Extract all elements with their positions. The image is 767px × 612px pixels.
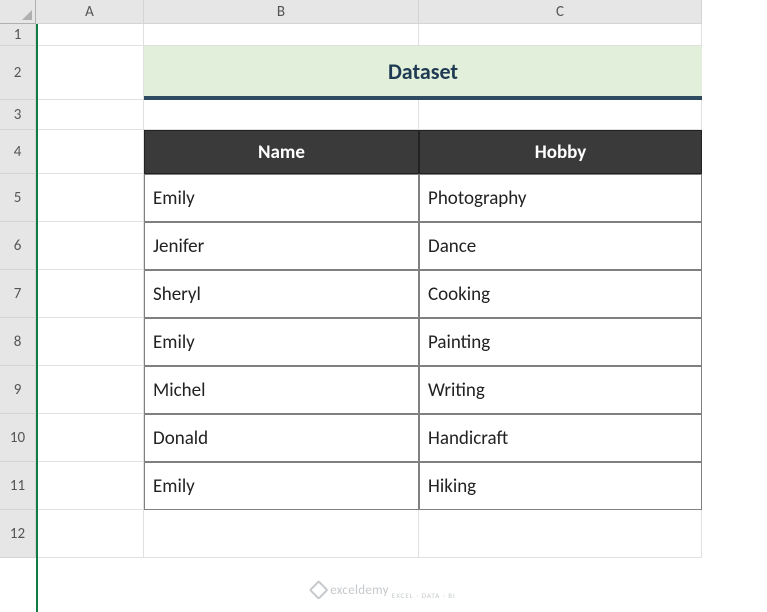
row-header-11[interactable]: 11: [0, 462, 36, 510]
table-header-hobby: Hobby: [419, 130, 702, 174]
cell-A6[interactable]: [36, 222, 144, 270]
cell-C12[interactable]: [419, 510, 702, 558]
table-cell-hobby[interactable]: Painting: [419, 318, 702, 366]
row-header-6[interactable]: 6: [0, 222, 36, 270]
dataset-title-banner: Dataset: [144, 46, 702, 100]
cell-C3[interactable]: [419, 100, 702, 130]
watermark-tagline: EXCEL · DATA · BI: [392, 591, 456, 600]
cell-B3[interactable]: [144, 100, 419, 130]
cell-A2[interactable]: [36, 46, 144, 100]
cell-A4[interactable]: [36, 130, 144, 174]
table-cell-hobby[interactable]: Handicraft: [419, 414, 702, 462]
table-header-name: Name: [144, 130, 419, 174]
cell-A8[interactable]: [36, 318, 144, 366]
table-cell-hobby[interactable]: Photography: [419, 174, 702, 222]
cell-A11[interactable]: [36, 462, 144, 510]
col-header-B[interactable]: B: [144, 0, 419, 24]
watermark: exceldemyEXCEL · DATA · BI: [311, 583, 456, 598]
table-cell-name[interactable]: Emily: [144, 174, 419, 222]
cell-A5[interactable]: [36, 174, 144, 222]
table-cell-hobby[interactable]: Writing: [419, 366, 702, 414]
cell-A3[interactable]: [36, 100, 144, 130]
cell-A9[interactable]: [36, 366, 144, 414]
selection-indicator: [36, 24, 38, 612]
cell-A10[interactable]: [36, 414, 144, 462]
cell-B12[interactable]: [144, 510, 419, 558]
cell-C1[interactable]: [419, 24, 702, 46]
row-header-1[interactable]: 1: [0, 24, 36, 46]
select-all-corner[interactable]: [0, 0, 36, 24]
row-header-2[interactable]: 2: [0, 46, 36, 100]
row-header-7[interactable]: 7: [0, 270, 36, 318]
table-cell-hobby[interactable]: Dance: [419, 222, 702, 270]
table-cell-hobby[interactable]: Cooking: [419, 270, 702, 318]
cell-A7[interactable]: [36, 270, 144, 318]
table-cell-name[interactable]: Sheryl: [144, 270, 419, 318]
col-header-A[interactable]: A: [36, 0, 144, 24]
table-cell-name[interactable]: Emily: [144, 318, 419, 366]
table-cell-name[interactable]: Donald: [144, 414, 419, 462]
row-header-12[interactable]: 12: [0, 510, 36, 558]
watermark-logo-icon: [308, 580, 328, 600]
row-header-9[interactable]: 9: [0, 366, 36, 414]
col-header-C[interactable]: C: [419, 0, 702, 24]
row-header-4[interactable]: 4: [0, 130, 36, 174]
cell-B1[interactable]: [144, 24, 419, 46]
table-cell-name[interactable]: Michel: [144, 366, 419, 414]
cell-A1[interactable]: [36, 24, 144, 46]
row-header-10[interactable]: 10: [0, 414, 36, 462]
table-cell-name[interactable]: Jenifer: [144, 222, 419, 270]
table-cell-name[interactable]: Emily: [144, 462, 419, 510]
table-cell-hobby[interactable]: Hiking: [419, 462, 702, 510]
cell-A12[interactable]: [36, 510, 144, 558]
row-header-3[interactable]: 3: [0, 100, 36, 130]
row-header-8[interactable]: 8: [0, 318, 36, 366]
row-header-5[interactable]: 5: [0, 174, 36, 222]
watermark-brand: exceldemy: [330, 583, 389, 598]
